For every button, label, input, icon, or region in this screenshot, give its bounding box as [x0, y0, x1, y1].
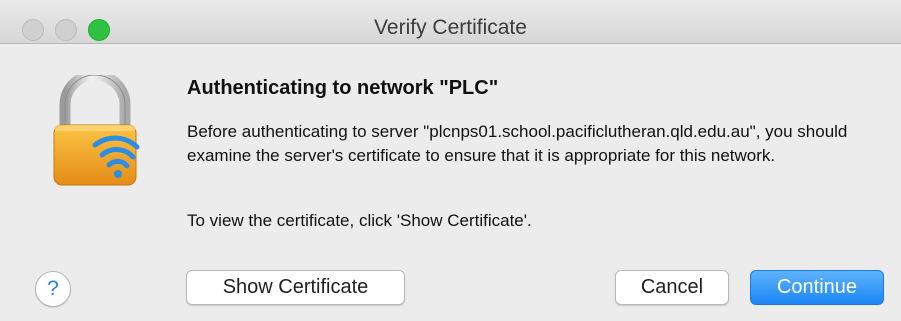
lock-wifi-icon — [53, 75, 140, 186]
dialog-message: Before authenticating to server "plcnps0… — [187, 122, 848, 165]
dialog-instruction: To view the certificate, click 'Show Cer… — [187, 211, 532, 230]
help-button[interactable]: ? — [35, 271, 71, 307]
cancel-button[interactable]: Cancel — [615, 270, 729, 305]
verify-certificate-dialog: Verify Certificate Authenticating to net… — [0, 0, 901, 321]
continue-button[interactable]: Continue — [750, 270, 884, 305]
title-bar: Verify Certificate — [0, 0, 901, 44]
window-title: Verify Certificate — [374, 16, 527, 39]
dialog-heading: Authenticating to network "PLC" — [187, 77, 499, 99]
show-certificate-button[interactable]: Show Certificate — [186, 270, 405, 305]
